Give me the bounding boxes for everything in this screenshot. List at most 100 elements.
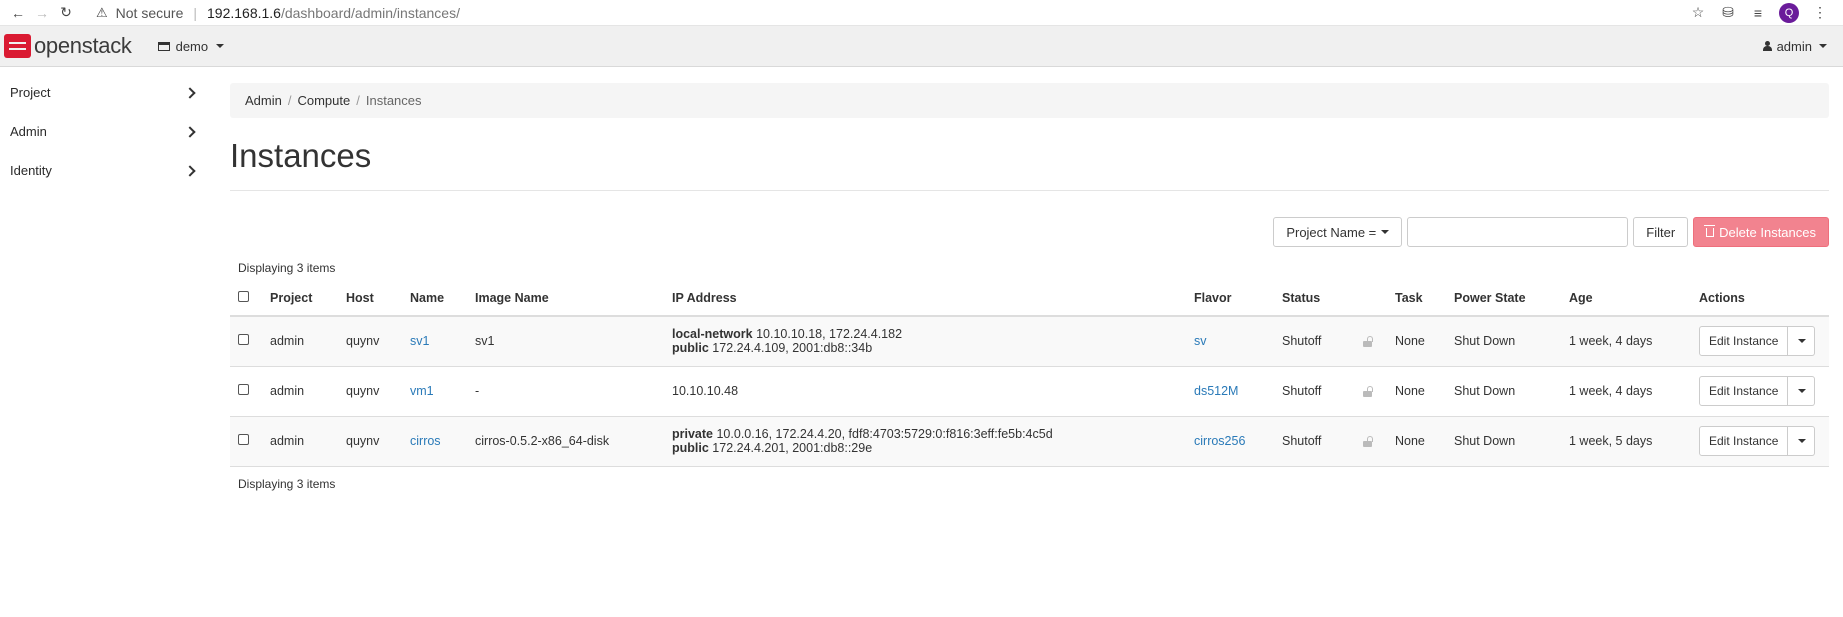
browser-toolbar: ← → ↻ ⚠ Not secure | 192.168.1.6 /dashbo… — [0, 0, 1843, 26]
cell-host: quynv — [346, 334, 380, 349]
unlock-icon — [1362, 336, 1373, 348]
star-icon[interactable]: ☆ — [1689, 4, 1707, 22]
security-label: Not secure — [115, 4, 184, 21]
flavor-link[interactable]: sv — [1194, 334, 1207, 348]
breadcrumb-separator: / — [356, 93, 360, 108]
col-ip-address[interactable]: IP Address — [664, 281, 1186, 317]
row-checkbox[interactable] — [238, 384, 249, 395]
media-list-icon[interactable]: ≡ — [1749, 4, 1767, 22]
instance-name-link[interactable]: cirros — [410, 434, 441, 448]
filter-field-select[interactable]: Project Name = — [1273, 217, 1403, 247]
delete-instances-button[interactable]: Delete Instances — [1693, 217, 1829, 247]
url-host: 192.168.1.6 — [207, 4, 281, 21]
col-power-state[interactable]: Power State — [1446, 281, 1561, 317]
delete-instances-label: Delete Instances — [1719, 224, 1816, 240]
user-menu[interactable]: admin — [1762, 39, 1827, 54]
col-project[interactable]: Project — [262, 281, 338, 317]
cell-project: admin — [270, 384, 305, 398]
chevron-down-icon — [216, 44, 225, 48]
col-image-name[interactable]: Image Name — [467, 281, 664, 317]
cell-ip: private 10.0.0.16, 172.24.4.20, fdf8:470… — [664, 416, 1186, 466]
filter-input[interactable] — [1407, 217, 1629, 247]
cell-power-state: Shut Down — [1454, 434, 1516, 448]
cell-power-state: Shut Down — [1454, 334, 1516, 349]
col-status[interactable]: Status — [1274, 281, 1387, 317]
puzzle-icon[interactable]: ⛁ — [1719, 4, 1737, 22]
cell-status: Shutoff — [1274, 416, 1387, 466]
flavor-link[interactable]: ds512M — [1194, 384, 1238, 398]
unlock-icon — [1362, 436, 1373, 447]
row-select-cell — [230, 366, 262, 416]
sidebar-item-admin[interactable]: Admin — [0, 112, 210, 151]
cell-flavor-cell: cirros256 — [1186, 416, 1274, 466]
cell-actions: Edit Instance — [1691, 366, 1829, 416]
cell-image: cirros-0.5.2-x86_64-disk — [475, 434, 610, 448]
instance-name-link[interactable]: vm1 — [410, 384, 434, 398]
col-actions: Actions — [1691, 281, 1829, 317]
instance-name-link[interactable]: sv1 — [410, 334, 429, 348]
openstack-logo[interactable]: openstack — [4, 33, 132, 59]
col-flavor[interactable]: Flavor — [1186, 281, 1274, 317]
cell-status: Shutoff — [1274, 366, 1387, 416]
cell-flavor-cell: sv — [1186, 316, 1274, 366]
unlock-icon — [1362, 386, 1373, 397]
edit-instance-button[interactable]: Edit Instance — [1699, 376, 1789, 406]
ip-network: local-network — [672, 327, 753, 342]
cell-task: None — [1395, 334, 1425, 349]
breadcrumb-admin[interactable]: Admin — [245, 93, 282, 108]
ip-addrs: 172.24.4.201, 2001:db8::29e — [712, 441, 873, 455]
back-arrow-icon[interactable]: ← — [6, 2, 30, 24]
sidebar-item-label: Admin — [10, 124, 47, 139]
col-task[interactable]: Task — [1387, 281, 1446, 317]
flavor-link[interactable]: cirros256 — [1194, 434, 1245, 448]
openstack-logo-icon — [4, 34, 31, 58]
page-title: Instances — [230, 137, 372, 174]
forward-arrow-icon[interactable]: → — [30, 2, 54, 24]
select-all-checkbox[interactable] — [238, 291, 249, 302]
select-all-cell — [230, 281, 262, 317]
cell-name-cell: sv1 — [402, 316, 467, 366]
trash-icon — [1704, 224, 1716, 237]
more-actions-toggle[interactable] — [1788, 426, 1816, 456]
cell-age: 1 week, 4 days — [1569, 384, 1653, 398]
address-bar[interactable]: ⚠ Not secure | 192.168.1.6 /dashboard/ad… — [96, 5, 1689, 21]
cell-name-cell: cirros — [402, 416, 467, 466]
cell-task: None — [1395, 384, 1425, 398]
main-content: Admin / Compute / Instances Instances Pr… — [210, 67, 1843, 501]
col-name[interactable]: Name — [402, 281, 467, 317]
more-menu-icon[interactable]: ⋮ — [1811, 4, 1829, 22]
more-actions-toggle[interactable] — [1788, 326, 1816, 357]
display-count: Displaying 3 items — [238, 261, 336, 275]
filter-field-label: Project Name = — [1286, 224, 1377, 240]
chevron-down-icon — [1798, 439, 1807, 443]
cell-task: None — [1395, 434, 1425, 448]
col-age[interactable]: Age — [1561, 281, 1691, 317]
status-text: Shutoff — [1282, 434, 1322, 448]
row-actions: Edit Instance — [1699, 376, 1816, 406]
cell-actions: Edit Instance — [1691, 416, 1829, 466]
row-checkbox[interactable] — [238, 334, 249, 346]
more-actions-toggle[interactable] — [1788, 376, 1816, 406]
filter-button[interactable]: Filter — [1633, 217, 1689, 247]
ip-line: local-network 10.10.10.18, 172.24.4.182 — [672, 327, 1178, 341]
breadcrumb-compute[interactable]: Compute — [297, 93, 350, 108]
status-text: Shutoff — [1282, 384, 1322, 398]
project-selector[interactable]: demo — [157, 39, 225, 54]
title-divider — [230, 190, 1829, 191]
edit-instance-button[interactable]: Edit Instance — [1699, 426, 1789, 456]
col-host[interactable]: Host — [338, 281, 402, 317]
profile-avatar[interactable]: Q — [1779, 2, 1799, 23]
breadcrumb-instances: Instances — [365, 93, 422, 108]
chevron-right-icon — [184, 86, 196, 99]
cell-actions: Edit Instance — [1691, 316, 1829, 366]
row-checkbox[interactable] — [238, 434, 249, 445]
sidebar-item-identity[interactable]: Identity — [0, 151, 210, 190]
row-select-cell — [230, 316, 262, 366]
url-divider: | — [193, 4, 197, 21]
warning-icon: ⚠ — [96, 4, 108, 20]
sidebar-item-project[interactable]: Project — [0, 73, 210, 112]
top-navbar: openstack demo admin — [0, 26, 1843, 67]
table-header-row: Project Host Name Image Name IP Address … — [230, 281, 1829, 317]
reload-icon[interactable]: ↻ — [54, 2, 78, 24]
edit-instance-button[interactable]: Edit Instance — [1699, 326, 1789, 357]
